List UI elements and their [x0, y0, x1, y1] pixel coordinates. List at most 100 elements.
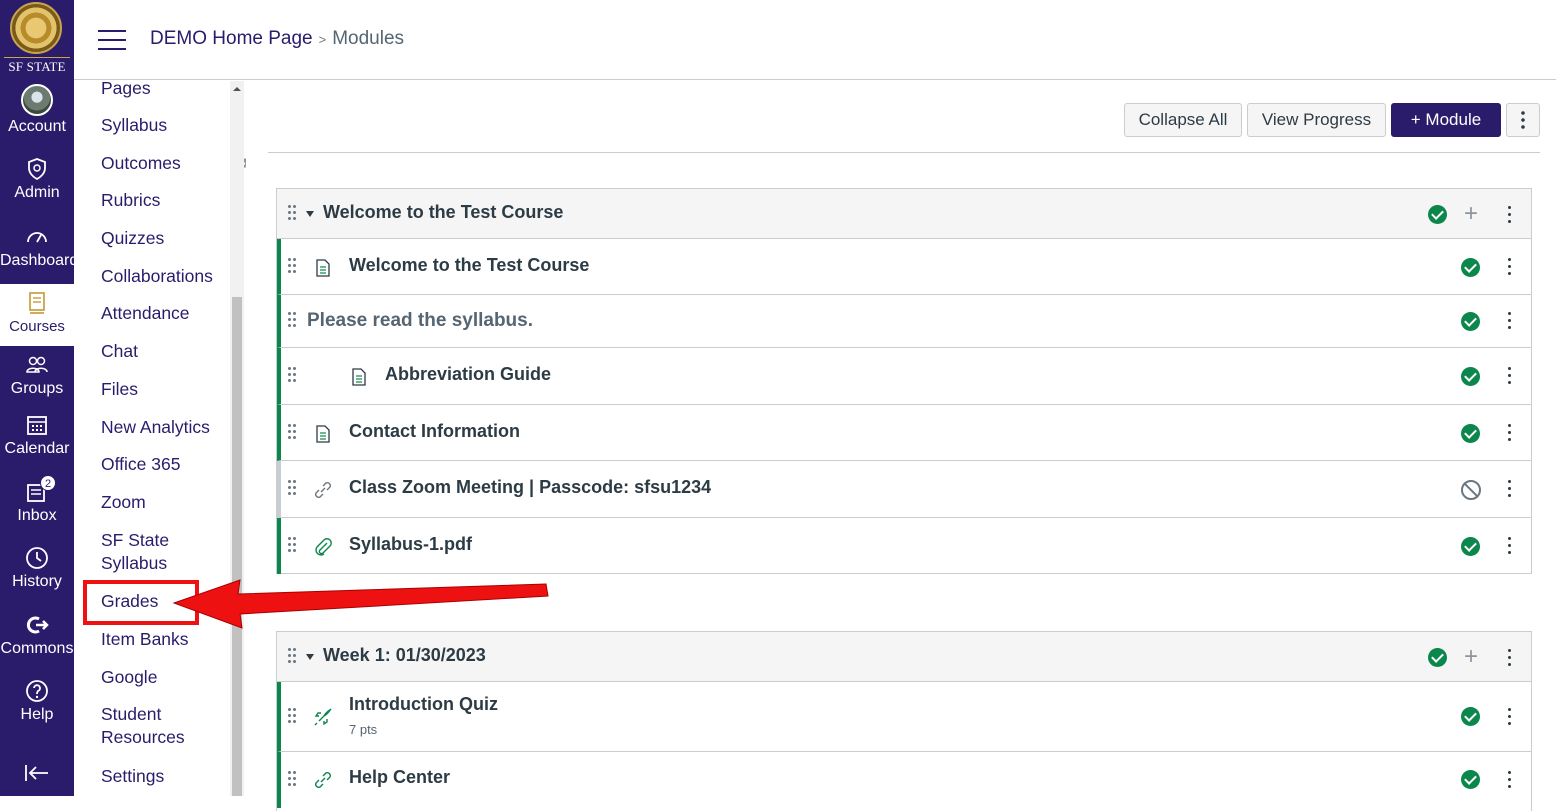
- caret-down-icon[interactable]: [306, 211, 314, 217]
- drag-handle-icon[interactable]: [288, 367, 298, 385]
- shield-icon: [28, 158, 46, 181]
- caret-down-icon[interactable]: [306, 654, 314, 660]
- module-item-title[interactable]: Help Center: [349, 767, 450, 788]
- published-check-icon[interactable]: [1461, 537, 1480, 556]
- drag-handle-icon[interactable]: [288, 312, 298, 330]
- published-check-icon[interactable]: [1428, 205, 1447, 224]
- course-nav-zoom[interactable]: Zoom: [101, 491, 146, 514]
- module-item[interactable]: Syllabus-1.pdf: [277, 518, 1531, 574]
- course-nav-syllabus[interactable]: Syllabus: [101, 114, 167, 137]
- module-card: Welcome to the Test Course + Welcome to …: [276, 188, 1532, 574]
- breadcrumb-course[interactable]: DEMO Home Page: [150, 28, 313, 49]
- more-vertical-icon[interactable]: [1508, 771, 1512, 789]
- module-title: Week 1: 01/30/2023: [323, 645, 486, 665]
- drag-handle-icon[interactable]: [288, 648, 298, 666]
- module-item-title[interactable]: Class Zoom Meeting | Passcode: sfsu1234: [349, 477, 711, 498]
- course-nav-attendance[interactable]: Attendance: [101, 302, 190, 325]
- nav-commons[interactable]: Commons: [0, 612, 74, 658]
- module-item-title[interactable]: Contact Information: [349, 421, 520, 442]
- nav-inbox-label: Inbox: [17, 507, 57, 524]
- course-nav-new-analytics[interactable]: New Analytics: [101, 416, 210, 439]
- published-check-icon[interactable]: [1461, 424, 1480, 443]
- more-vertical-icon[interactable]: [1508, 649, 1512, 667]
- course-nav-student-resources[interactable]: Student Resources: [101, 703, 201, 749]
- module-item[interactable]: Welcome to the Test Course: [277, 239, 1531, 295]
- more-vertical-icon: [1521, 111, 1525, 129]
- nav-groups[interactable]: Groups: [0, 352, 74, 398]
- more-vertical-icon[interactable]: [1508, 206, 1512, 224]
- course-nav-sf-state-syllabus[interactable]: SF State Syllabus: [101, 529, 191, 575]
- course-nav-rubrics[interactable]: Rubrics: [101, 189, 160, 212]
- course-nav-quizzes[interactable]: Quizzes: [101, 227, 164, 250]
- global-navigation: SF STATE Account Admin Dashboard Courses…: [0, 0, 78, 796]
- drag-handle-icon[interactable]: [288, 424, 298, 442]
- collapse-all-button[interactable]: Collapse All: [1124, 103, 1242, 137]
- course-nav-settings[interactable]: Settings: [101, 765, 164, 788]
- published-check-icon[interactable]: [1461, 258, 1480, 277]
- course-nav-office-365[interactable]: Office 365: [101, 453, 180, 476]
- more-vertical-icon[interactable]: [1508, 424, 1512, 442]
- scrollbar-thumb[interactable]: [232, 297, 242, 796]
- breadcrumb-current: Modules: [332, 28, 405, 49]
- more-vertical-icon[interactable]: [1508, 708, 1512, 726]
- drag-handle-icon[interactable]: [288, 480, 298, 498]
- course-nav-outcomes[interactable]: Outcomes: [101, 152, 246, 175]
- nav-history-label: History: [12, 573, 62, 590]
- nav-calendar[interactable]: Calendar: [0, 412, 74, 458]
- module-item-subheader[interactable]: Please read the syllabus.: [277, 295, 1531, 348]
- unpublished-icon[interactable]: [1461, 480, 1481, 500]
- drag-handle-icon[interactable]: [288, 771, 298, 789]
- nav-history[interactable]: History: [0, 545, 74, 591]
- course-nav-item-banks[interactable]: Item Banks: [101, 628, 189, 651]
- module-item[interactable]: Help Center: [277, 752, 1531, 808]
- view-progress-button[interactable]: View Progress: [1247, 103, 1386, 137]
- module-header[interactable]: Week 1: 01/30/2023 +: [277, 632, 1531, 682]
- scroll-up-icon[interactable]: [232, 84, 242, 94]
- nav-account-label: Account: [8, 118, 66, 135]
- published-check-icon[interactable]: [1461, 367, 1480, 386]
- more-vertical-icon[interactable]: [1508, 367, 1512, 385]
- module-item-title[interactable]: Welcome to the Test Course: [349, 255, 589, 276]
- sf-state-logo[interactable]: SF STATE: [0, 0, 74, 78]
- published-check-icon[interactable]: [1461, 312, 1480, 331]
- course-nav-pages[interactable]: Pages: [101, 81, 151, 100]
- module-item[interactable]: Abbreviation Guide: [277, 348, 1531, 405]
- drag-handle-icon[interactable]: [288, 205, 298, 223]
- drag-handle-icon[interactable]: [288, 708, 298, 726]
- course-nav-chat[interactable]: Chat: [101, 340, 138, 363]
- nav-help[interactable]: Help: [0, 678, 74, 724]
- add-item-icon[interactable]: +: [1464, 202, 1478, 226]
- add-module-button[interactable]: + Module: [1391, 103, 1501, 137]
- nav-inbox[interactable]: 2 Inbox: [0, 475, 74, 525]
- course-nav-collaborations[interactable]: Collaborations: [101, 265, 213, 288]
- nav-courses[interactable]: Courses: [0, 284, 74, 346]
- module-item[interactable]: Contact Information: [277, 405, 1531, 461]
- published-check-icon[interactable]: [1461, 707, 1480, 726]
- add-item-icon[interactable]: +: [1464, 645, 1478, 669]
- clock-icon: [26, 547, 48, 569]
- module-header[interactable]: Welcome to the Test Course +: [277, 189, 1531, 239]
- published-check-icon[interactable]: [1461, 770, 1480, 789]
- more-vertical-icon[interactable]: [1508, 258, 1512, 276]
- more-vertical-icon[interactable]: [1508, 312, 1512, 330]
- toolbar-more-button[interactable]: [1506, 103, 1540, 137]
- drag-handle-icon[interactable]: [288, 258, 298, 276]
- course-nav-files[interactable]: Files: [101, 378, 138, 401]
- nav-account[interactable]: Account: [0, 84, 74, 136]
- course-menu-toggle[interactable]: [98, 30, 126, 52]
- module-item-title[interactable]: Introduction Quiz: [349, 694, 498, 715]
- more-vertical-icon[interactable]: [1508, 537, 1512, 555]
- users-icon: [26, 356, 48, 373]
- collapse-nav-icon[interactable]: [22, 762, 52, 784]
- drag-handle-icon[interactable]: [288, 537, 298, 555]
- course-nav-google[interactable]: Google: [101, 666, 157, 689]
- module-item-title[interactable]: Syllabus-1.pdf: [349, 534, 472, 555]
- nav-admin[interactable]: Admin: [0, 156, 74, 202]
- module-item[interactable]: Class Zoom Meeting | Passcode: sfsu1234: [277, 461, 1531, 518]
- module-item-title[interactable]: Abbreviation Guide: [385, 364, 551, 385]
- nav-dashboard[interactable]: Dashboard: [0, 224, 78, 270]
- published-check-icon[interactable]: [1428, 648, 1447, 667]
- chevron-right-icon: >: [318, 32, 327, 47]
- module-item[interactable]: Introduction Quiz 7 pts: [277, 682, 1531, 752]
- more-vertical-icon[interactable]: [1508, 480, 1512, 498]
